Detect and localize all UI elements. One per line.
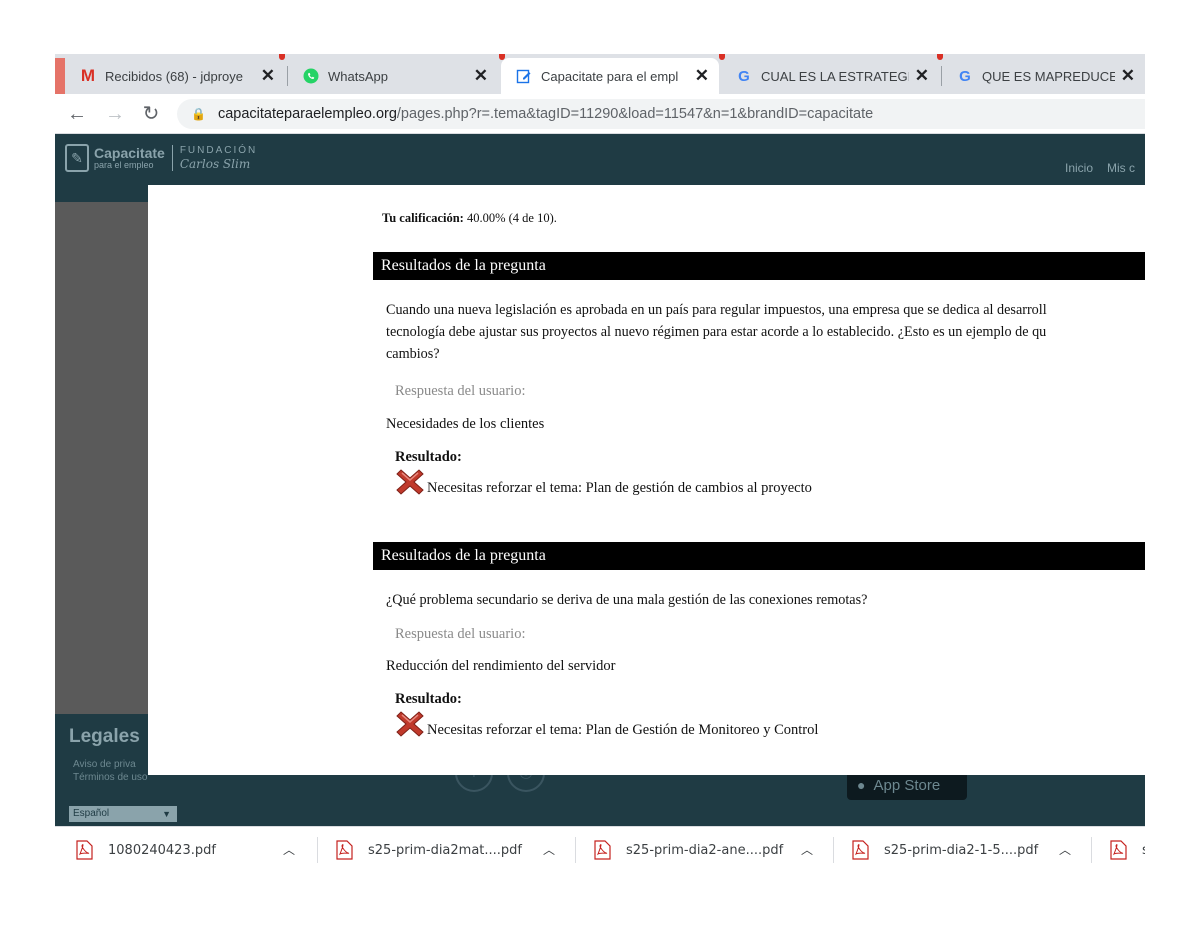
download-item[interactable]: s — [1091, 827, 1145, 872]
close-icon[interactable]: ✕ — [695, 66, 709, 86]
question-text: ¿Qué problema secundario se deriva de un… — [386, 589, 1145, 611]
pencil-icon: ✎ — [65, 144, 89, 172]
results-modal: Tu calificación: 40.00% (4 de 10). Resul… — [148, 185, 1145, 775]
pdf-file-icon — [1109, 840, 1127, 860]
footer-link-privacy[interactable]: Aviso de priva — [73, 758, 147, 771]
pdf-file-icon — [75, 840, 93, 860]
question-text-line: tecnología debe ajustar sus proyectos al… — [386, 324, 1047, 340]
result-line: Necesitas reforzar el tema: Plan de gest… — [395, 467, 812, 497]
result-text: Necesitas reforzar el tema: Plan de Gest… — [427, 722, 819, 738]
site-nav: Inicio Mis c — [1065, 161, 1145, 175]
url-path: /pages.php?r=.tema&tagID=11290&load=1154… — [396, 106, 874, 122]
download-file-name: s — [1142, 843, 1145, 858]
footer-links: Aviso de priva Términos de uso — [73, 758, 147, 784]
page-viewport: ✎ Capacitate para el empleo FUNDACIÓN Ca… — [55, 134, 1145, 826]
close-icon[interactable]: ✕ — [1121, 66, 1135, 86]
url-host: capacitateparaelempleo.org — [217, 106, 397, 122]
chevron-down-icon: ▼ — [162, 809, 171, 819]
whatsapp-icon — [302, 67, 320, 85]
logo-title: Capacitate — [94, 145, 165, 161]
pdf-file-icon — [851, 840, 869, 860]
tab-strip: M Recibidos (68) - jdproye ✕ WhatsApp ✕ … — [55, 54, 1145, 94]
download-file-name: s25-prim-dia2-1-5....pdf — [884, 842, 1039, 858]
tab-google-estrategia[interactable]: G CUAL ES LA ESTRATEGIA ✕ — [721, 58, 939, 94]
edit-doc-icon — [515, 67, 533, 85]
download-item[interactable]: s25-prim-dia2-ane....pdf ︿ — [575, 827, 833, 872]
question-text-line: cambios? — [386, 346, 440, 362]
logo-subtitle: para el empleo — [94, 160, 154, 170]
browser-toolbar: ← → ↻ 🔒 capacitateparaelempleo.org/pages… — [55, 94, 1145, 134]
download-item[interactable]: s25-prim-dia2mat....pdf ︿ — [317, 827, 575, 872]
wrong-x-icon — [396, 711, 424, 737]
user-answer-label: Respuesta del usuario: — [395, 626, 526, 642]
question-header: Resultados de la pregunta — [373, 252, 1145, 280]
wrong-x-icon — [396, 469, 424, 495]
tab-notification-dot — [279, 54, 285, 60]
result-line: Necesitas reforzar el tema: Plan de Gest… — [395, 709, 818, 739]
tab-capacitate[interactable]: Capacitate para el empl ✕ — [501, 58, 719, 94]
chevron-up-icon[interactable]: ︿ — [801, 841, 813, 858]
score-value: 40.00% (4 de 10). — [466, 211, 557, 225]
download-item[interactable]: 1080240423.pdf ︿ — [55, 827, 317, 872]
user-answer: Reducción del rendimiento del servidor — [386, 658, 616, 674]
footer-legales-heading: Legales — [69, 726, 140, 747]
gmail-icon: M — [80, 66, 96, 85]
tab-title: WhatsApp — [328, 68, 388, 84]
language-select[interactable]: Español ▼ — [69, 806, 177, 822]
close-icon[interactable]: ✕ — [261, 66, 275, 86]
tab-google-mapreduce[interactable]: G QUE ES MAPREDUCE - E ✕ — [942, 58, 1145, 94]
logo-foundation-name: Carlos Slim — [179, 157, 251, 171]
site-logo[interactable]: ✎ Capacitate para el empleo FUNDACIÓN Ca… — [65, 144, 257, 172]
pdf-file-icon — [593, 840, 611, 860]
tab-title: QUE ES MAPREDUCE - E — [982, 68, 1115, 84]
tab-whatsapp[interactable]: WhatsApp ✕ — [288, 58, 498, 94]
question-text: Cuando una nueva legislación es aprobada… — [386, 299, 1145, 365]
download-shelf: 1080240423.pdf ︿ s25-prim-dia2mat....pdf… — [55, 826, 1145, 872]
tab-title: CUAL ES LA ESTRATEGIA — [761, 68, 909, 84]
user-answer: Necesidades de los clientes — [386, 416, 545, 432]
question-text-line: ¿Qué problema secundario se deriva de un… — [386, 592, 868, 608]
question-text-line: Cuando una nueva legislación es aprobada… — [386, 302, 1047, 318]
tab-title: Recibidos (68) - jdproye — [105, 68, 244, 84]
result-label: Resultado: — [395, 691, 462, 707]
chevron-up-icon[interactable]: ︿ — [543, 841, 555, 858]
download-file-name: s25-prim-dia2mat....pdf — [368, 842, 523, 858]
chevron-up-icon[interactable]: ︿ — [283, 841, 295, 858]
browser-window: M Recibidos (68) - jdproye ✕ WhatsApp ✕ … — [55, 54, 1145, 872]
pdf-file-icon — [335, 840, 353, 860]
logo-foundation: FUNDACIÓN — [179, 145, 258, 156]
address-bar[interactable]: 🔒 capacitateparaelempleo.org/pages.php?r… — [177, 99, 1145, 129]
forward-arrow-icon[interactable]: → — [103, 102, 127, 126]
apple-icon: ● — [857, 777, 866, 793]
language-value: Español — [73, 808, 110, 819]
google-icon: G — [959, 67, 971, 85]
score-line: Tu calificación: 40.00% (4 de 10). — [382, 211, 557, 226]
chevron-up-icon[interactable]: ︿ — [1059, 841, 1071, 858]
close-icon[interactable]: ✕ — [474, 66, 488, 86]
reload-icon[interactable]: ↻ — [139, 102, 163, 126]
tab-gmail[interactable]: M Recibidos (68) - jdproye ✕ — [65, 58, 285, 94]
nav-item-mis[interactable]: Mis c — [1107, 161, 1135, 175]
logo-divider — [171, 145, 173, 171]
nav-item-inicio[interactable]: Inicio — [1065, 161, 1093, 175]
result-text: Necesitas reforzar el tema: Plan de gest… — [427, 480, 812, 496]
footer-link-terms[interactable]: Términos de uso — [73, 771, 147, 784]
question-header: Resultados de la pregunta — [373, 542, 1145, 570]
google-icon: G — [738, 67, 750, 85]
tab-title: Capacitate para el empl — [541, 68, 679, 84]
lock-icon: 🔒 — [191, 107, 206, 121]
download-file-name: s25-prim-dia2-ane....pdf — [626, 842, 784, 858]
download-item[interactable]: s25-prim-dia2-1-5....pdf ︿ — [833, 827, 1091, 872]
user-answer-label: Respuesta del usuario: — [395, 383, 526, 399]
download-file-name: 1080240423.pdf — [108, 842, 216, 858]
score-label: Tu calificación: — [382, 211, 464, 225]
result-label: Resultado: — [395, 449, 462, 465]
close-icon[interactable]: ✕ — [915, 66, 929, 86]
app-store-label: App Store — [873, 776, 941, 794]
tab-strip-accent — [55, 58, 65, 94]
back-arrow-icon[interactable]: ← — [65, 102, 89, 126]
